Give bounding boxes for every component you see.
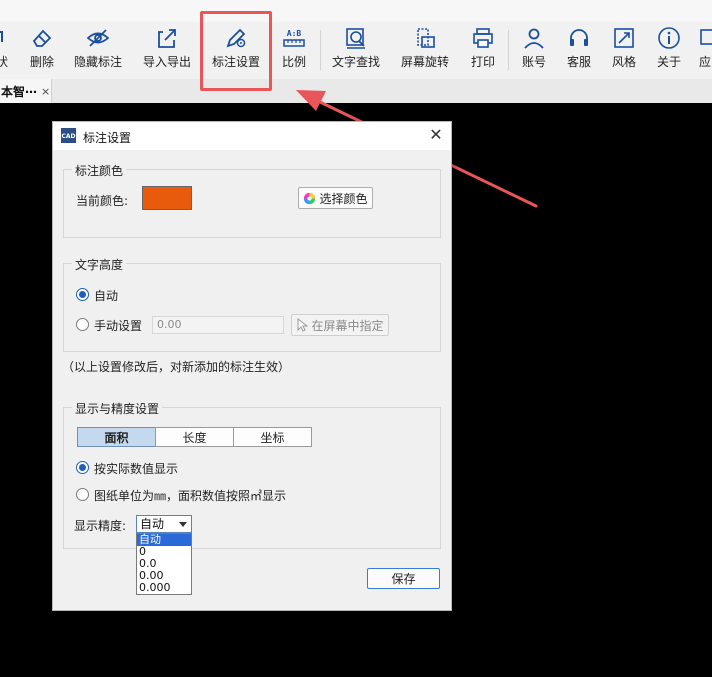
dialog-close-icon[interactable]: ✕ bbox=[427, 126, 445, 144]
dialog-title-bar: CAD 标注设置 ✕ bbox=[53, 122, 451, 150]
tab-coordinate[interactable]: 坐标 bbox=[233, 427, 312, 447]
text-height-group: 文字高度 bbox=[63, 256, 441, 352]
height-manual-radio[interactable] bbox=[76, 318, 89, 331]
pick-on-screen-button[interactable]: 在屏幕中指定 bbox=[291, 314, 389, 336]
svg-text:CAD: CAD bbox=[61, 133, 75, 140]
choose-color-button[interactable]: 选择颜色 bbox=[298, 187, 373, 209]
tab-area[interactable]: 面积 bbox=[77, 427, 156, 447]
precision-select[interactable]: 自动 bbox=[136, 515, 192, 533]
cursor-pick-icon bbox=[297, 318, 309, 332]
current-color-label: 当前颜色: bbox=[76, 194, 129, 208]
display-actual-label: 按实际数值显示 bbox=[94, 462, 179, 476]
display-mm-label: 图纸单位为㎜，面积数值按照㎡显示 bbox=[94, 489, 287, 503]
chevron-down-icon bbox=[179, 522, 187, 527]
settings-note: （以上设置修改后，对新添加的标注生效） bbox=[62, 360, 291, 374]
color-wheel-icon bbox=[304, 192, 316, 204]
precision-label: 显示精度: bbox=[74, 519, 127, 533]
precision-select-value: 自动 bbox=[140, 517, 165, 531]
precision-dropdown-list: 自动 0 0.0 0.00 0.000 bbox=[136, 533, 192, 595]
precision-legend: 显示与精度设置 bbox=[72, 400, 163, 417]
height-auto-radio[interactable] bbox=[76, 288, 89, 301]
pick-on-screen-label: 在屏幕中指定 bbox=[311, 318, 384, 333]
precision-option[interactable]: 0.000 bbox=[137, 582, 191, 594]
display-mm-radio[interactable] bbox=[76, 488, 89, 501]
height-auto-label: 自动 bbox=[94, 289, 119, 303]
display-actual-radio[interactable] bbox=[76, 461, 89, 474]
manual-height-input[interactable]: 0.00 bbox=[152, 316, 284, 334]
app-logo-icon: CAD bbox=[61, 128, 76, 143]
height-manual-label: 手动设置 bbox=[94, 319, 143, 333]
choose-color-label: 选择颜色 bbox=[319, 191, 368, 206]
dialog-title: 标注设置 bbox=[83, 131, 132, 145]
text-height-legend: 文字高度 bbox=[72, 256, 127, 273]
color-group-legend: 标注颜色 bbox=[72, 162, 127, 179]
current-color-swatch bbox=[142, 186, 192, 210]
annotation-settings-dialog: CAD 标注设置 ✕ 标注颜色 当前颜色: 选择颜色 文字高度 自动 手动设置 … bbox=[52, 121, 452, 611]
save-button[interactable]: 保存 bbox=[367, 568, 440, 589]
tab-length[interactable]: 长度 bbox=[155, 427, 234, 447]
